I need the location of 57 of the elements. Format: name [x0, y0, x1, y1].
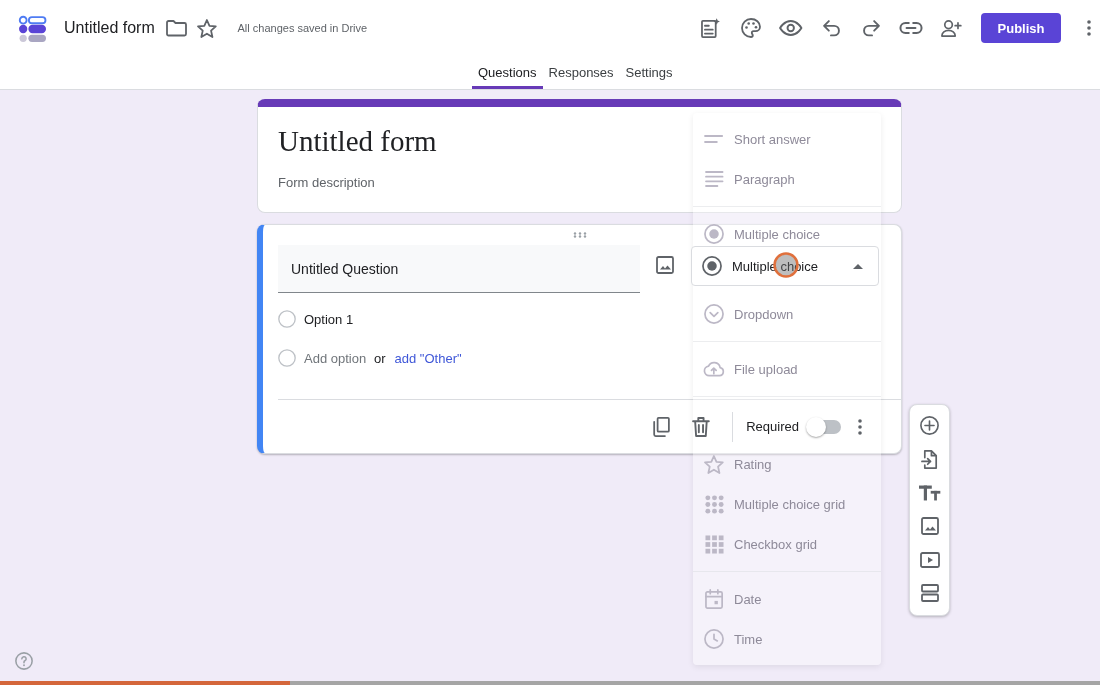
video-icon[interactable]: [919, 551, 940, 568]
short-lines-icon: [704, 135, 724, 143]
trash-icon[interactable]: [692, 416, 711, 437]
menu-item[interactable]: Checkbox grid: [704, 524, 818, 564]
image-icon[interactable]: [920, 517, 939, 535]
chevron-circle-icon: [704, 304, 724, 324]
section-icon[interactable]: [920, 584, 939, 602]
link-icon[interactable]: [899, 22, 923, 34]
menu-item[interactable]: Paragraph: [704, 159, 795, 199]
menu-item[interactable]: Short answer: [704, 119, 811, 159]
caret-icon: [853, 263, 863, 269]
save-status: All changes saved in Drive: [237, 22, 368, 34]
document-title[interactable]: Untitled form: [64, 19, 155, 37]
star-icon[interactable]: [196, 18, 217, 38]
menu-item[interactable]: Time: [704, 619, 763, 659]
square-grid-icon: [704, 534, 724, 554]
redo-icon[interactable]: [862, 19, 880, 37]
menu-item[interactable]: Dropdown: [704, 294, 794, 334]
tab[interactable]: Settings: [619, 56, 679, 89]
radio-circle-icon: [278, 310, 296, 328]
clock-icon: [704, 629, 724, 649]
form-title[interactable]: Untitled form: [278, 123, 437, 159]
radio-button-icon: [704, 224, 724, 244]
title-text-icon[interactable]: [918, 484, 941, 501]
more-options-icon[interactable]: [858, 418, 862, 435]
palette-icon[interactable]: [741, 18, 761, 38]
dot-grid-icon: [704, 494, 724, 514]
tab[interactable]: Responses: [542, 56, 620, 89]
required-label: Required: [746, 419, 799, 434]
tab[interactable]: Questions: [472, 56, 543, 89]
required-toggle[interactable]: [806, 416, 842, 437]
add-other-link[interactable]: add "Other": [394, 350, 462, 366]
drag-handle-icon[interactable]: [572, 232, 587, 238]
eye-icon[interactable]: [779, 20, 803, 36]
cloud-upload-icon: [703, 361, 725, 377]
question-title-field[interactable]: Untitled Question: [278, 245, 640, 293]
image-icon[interactable]: [656, 256, 674, 274]
add-circle-icon[interactable]: [920, 416, 939, 435]
description-field[interactable]: Form description: [278, 172, 478, 192]
sparkle-document-icon[interactable]: [701, 18, 721, 38]
option-label[interactable]: Option 1: [304, 311, 354, 327]
paragraph-lines-icon: [704, 171, 724, 187]
menu-item[interactable]: File upload: [704, 349, 798, 389]
publish-button[interactable]: Publish: [981, 13, 1061, 43]
add-option-field[interactable]: Add option: [304, 348, 368, 368]
undo-icon[interactable]: [822, 19, 840, 37]
radio-button-icon: [702, 256, 722, 276]
calendar-icon: [704, 589, 724, 609]
star-icon: [704, 454, 724, 474]
import-file-icon[interactable]: [921, 449, 938, 469]
more-options-icon[interactable]: [1087, 20, 1091, 36]
add-person-icon[interactable]: [940, 19, 962, 37]
folder-icon[interactable]: [165, 20, 187, 36]
logo-icon[interactable]: [18, 14, 48, 43]
radio-circle-icon: [278, 349, 296, 367]
or-label: or: [374, 350, 386, 366]
copy-icon[interactable]: [652, 416, 670, 437]
